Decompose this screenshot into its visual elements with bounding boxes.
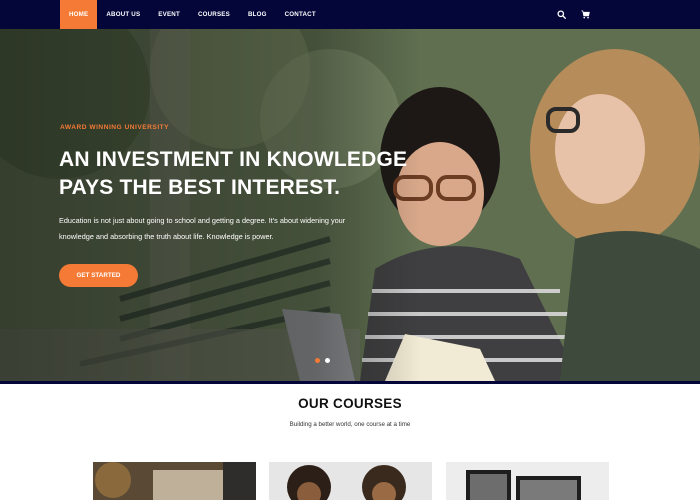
get-started-button[interactable]: GET STARTED bbox=[59, 264, 138, 287]
nav-item-courses[interactable]: COURSES bbox=[189, 0, 239, 29]
hero-description: Education is not just about going to sch… bbox=[59, 213, 379, 244]
hero-kicker: AWARD WINNING UNIVERSITY bbox=[60, 124, 170, 131]
hero-description-line-1: Education is not just about going to sch… bbox=[59, 216, 346, 225]
slider-dots bbox=[315, 358, 330, 363]
course-card-3[interactable] bbox=[446, 462, 609, 500]
nav-item-event[interactable]: EVENT bbox=[149, 0, 189, 29]
nav-icons bbox=[556, 0, 590, 29]
cart-icon[interactable] bbox=[580, 10, 590, 20]
hero-overlay bbox=[0, 29, 700, 381]
course-card-1[interactable] bbox=[93, 462, 256, 500]
top-navbar: HOME ABOUT US EVENT COURSES BLOG CONTACT bbox=[0, 0, 700, 29]
search-icon[interactable] bbox=[556, 10, 566, 20]
slider-dot-2[interactable] bbox=[325, 358, 330, 363]
nav-item-about-us[interactable]: ABOUT US bbox=[97, 0, 149, 29]
courses-title: OUR COURSES bbox=[298, 396, 402, 411]
course-card-3-image bbox=[446, 462, 609, 500]
nav-item-home[interactable]: HOME bbox=[60, 0, 98, 29]
slider-dot-1[interactable] bbox=[315, 358, 320, 363]
courses-subtitle: Building a better world, one course at a… bbox=[289, 421, 411, 428]
course-card-2[interactable] bbox=[269, 462, 432, 500]
hero-title-line-2: PAYS THE BEST INTEREST. bbox=[59, 176, 341, 199]
hero-title-line-1: AN INVESTMENT IN KNOWLEDGE bbox=[59, 148, 408, 171]
hero-title: AN INVESTMENT IN KNOWLEDGE PAYS THE BEST… bbox=[59, 146, 419, 202]
hero-description-line-2: knowledge and absorbing the truth about … bbox=[59, 231, 274, 241]
course-card-2-image bbox=[269, 462, 432, 500]
course-card-1-image bbox=[93, 462, 256, 500]
hero-bottom-divider bbox=[0, 381, 700, 384]
nav-item-blog[interactable]: BLOG bbox=[239, 0, 276, 29]
nav-menu: HOME ABOUT US EVENT COURSES BLOG CONTACT bbox=[60, 0, 325, 29]
hero-banner: AWARD WINNING UNIVERSITY AN INVESTMENT I… bbox=[0, 29, 700, 381]
nav-item-contact[interactable]: CONTACT bbox=[276, 0, 325, 29]
